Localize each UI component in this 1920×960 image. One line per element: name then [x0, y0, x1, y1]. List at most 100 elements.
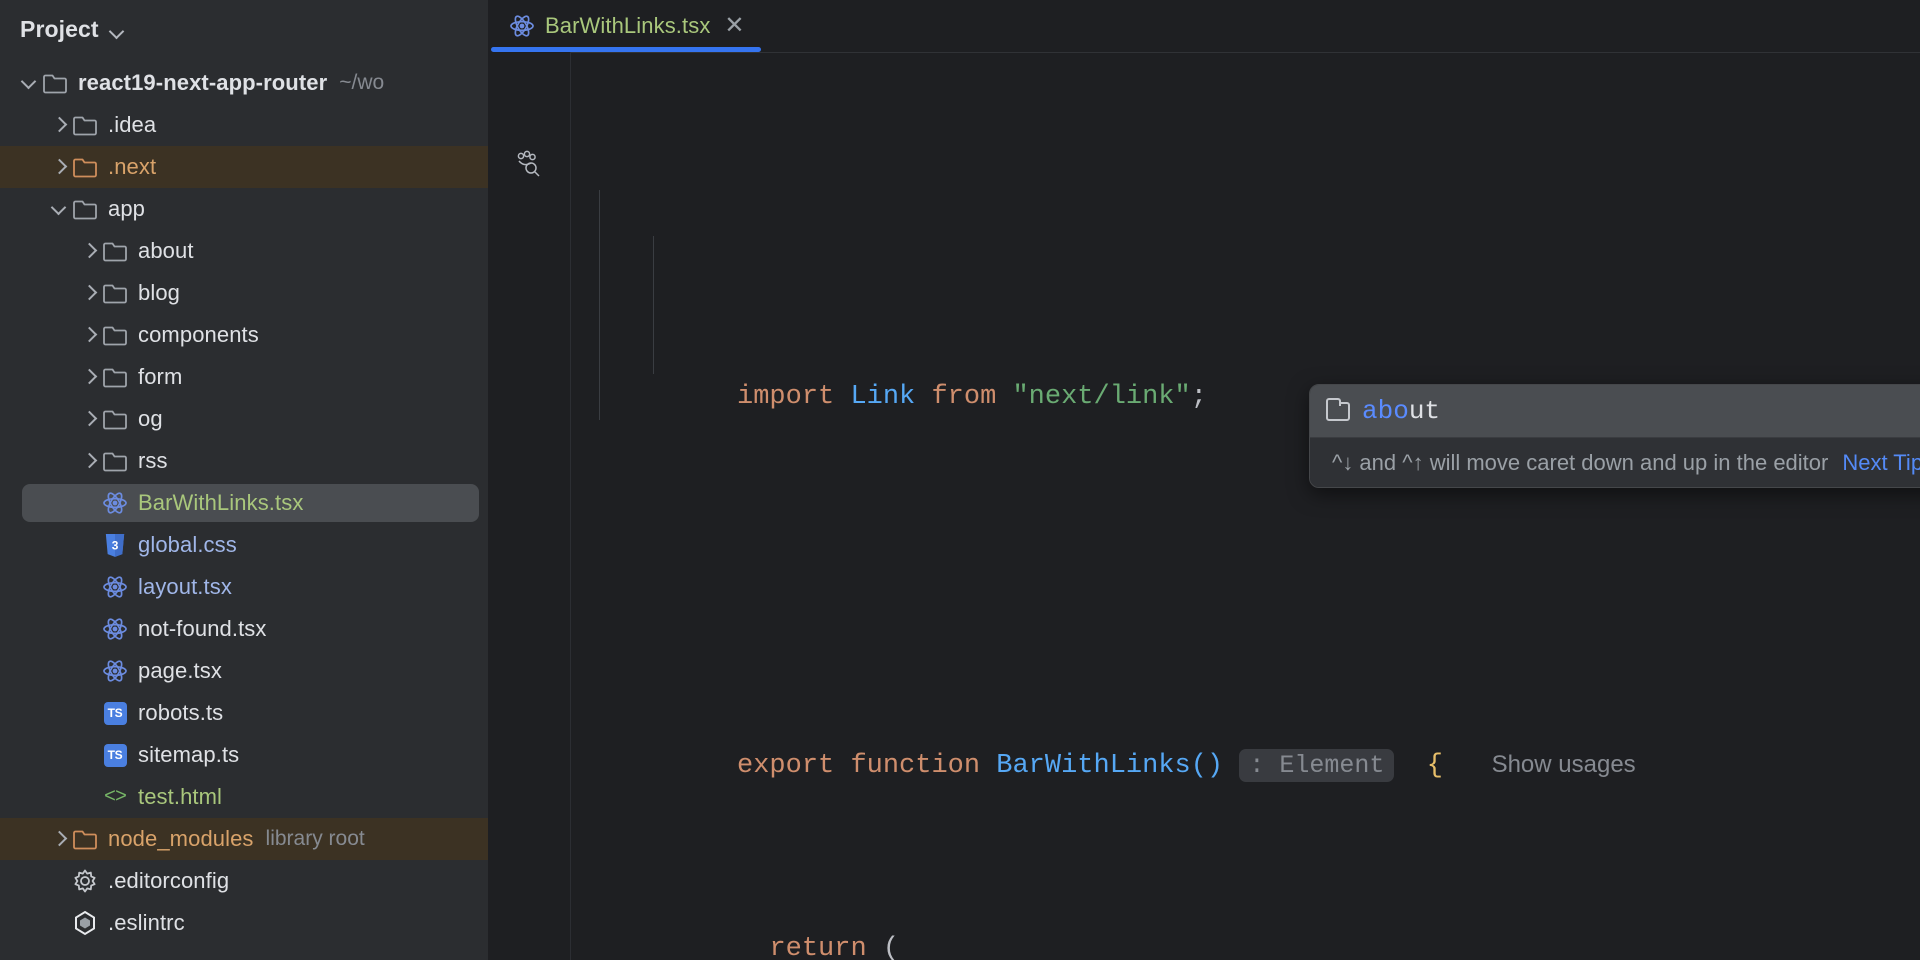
- tree-item-label: test.html: [138, 784, 223, 809]
- tree-item-test-html[interactable]: <> test.html: [0, 776, 489, 818]
- folder-orange-icon: [70, 154, 100, 180]
- chevron-right-icon[interactable]: [78, 324, 100, 346]
- autocomplete-item-rest: ut: [1408, 396, 1441, 426]
- keyword-export: export: [737, 751, 835, 781]
- tree-item-suffix: ~/wo: [339, 71, 385, 94]
- css-icon: 3: [100, 532, 130, 558]
- tree-item-label: about: [138, 238, 194, 263]
- chevron-right-icon[interactable]: [48, 828, 70, 850]
- tree-item-label: components: [138, 322, 259, 347]
- chevron-right-icon[interactable]: [78, 408, 100, 430]
- autocomplete-matched-prefix: abo: [1362, 396, 1409, 426]
- tree-item-idea[interactable]: .idea: [0, 104, 489, 146]
- chevron-right-icon[interactable]: [78, 366, 100, 388]
- chevron-down-icon[interactable]: [109, 23, 125, 39]
- tab-label: BarWithLinks.tsx: [545, 13, 711, 38]
- tree-item-rss[interactable]: rss: [0, 440, 489, 482]
- code-line-2-blank[interactable]: [571, 512, 1920, 558]
- tree-item-node-modules[interactable]: node_modules library root: [0, 818, 489, 860]
- show-usages-hint[interactable]: Show usages: [1492, 751, 1636, 778]
- tree-item-label: sitemap.ts: [138, 742, 240, 767]
- tree-item-page-tsx[interactable]: page.tsx: [0, 650, 489, 692]
- folder-orange-icon: [70, 826, 100, 852]
- tree-item-react19-next-app-router[interactable]: react19-next-app-router ~/wo: [0, 62, 489, 104]
- import-binding: Link: [850, 382, 916, 412]
- tip-text: ^↓ and ^↑ will move caret down and up in…: [1332, 449, 1829, 475]
- react-icon: [100, 658, 130, 684]
- tree-item-label: .next: [108, 154, 157, 179]
- keyword-import: import: [737, 382, 835, 412]
- tree-item-blog[interactable]: blog: [0, 272, 489, 314]
- html-icon: <>: [103, 785, 127, 809]
- tree-item-next[interactable]: .next: [0, 146, 489, 188]
- folder-icon: [100, 448, 130, 474]
- react-icon: [100, 490, 130, 516]
- close-icon[interactable]: ✕: [724, 14, 744, 38]
- keyword-function: function: [850, 751, 981, 781]
- code-line-1[interactable]: import Link from "next/link";: [571, 328, 1920, 412]
- tree-item-sitemap-ts[interactable]: TS sitemap.ts: [0, 734, 489, 776]
- tree-arrow-spacer: [48, 870, 70, 892]
- folder-icon: [40, 70, 70, 96]
- ts-icon: TS: [100, 742, 130, 768]
- tree-item-editorconfig[interactable]: .editorconfig: [0, 860, 489, 902]
- tree-item-label: blog: [138, 280, 180, 305]
- chevron-right-icon[interactable]: [48, 114, 70, 136]
- editor-pane: BarWithLinks.tsx ✕ import Link from "nex…: [489, 0, 1920, 960]
- chevron-right-icon[interactable]: [78, 282, 100, 304]
- chevron-right-icon[interactable]: [78, 240, 100, 262]
- tree-item-suffix: library root: [265, 827, 365, 850]
- tree-item-og[interactable]: og: [0, 398, 489, 440]
- folder-icon: [1326, 397, 1350, 421]
- code-content[interactable]: import Link from "next/link"; export fun…: [571, 52, 1920, 960]
- chevron-right-icon[interactable]: [78, 450, 100, 472]
- editor-tabbar: BarWithLinks.tsx ✕: [489, 0, 1920, 53]
- tree-item-label: global.css: [138, 532, 237, 557]
- tree-item-label: BarWithLinks.tsx: [138, 490, 304, 515]
- tree-item-robots-ts[interactable]: TS robots.ts: [0, 692, 489, 734]
- code-line-4[interactable]: return (: [571, 880, 1920, 960]
- tree-item-label: node_modules: [108, 826, 254, 851]
- tree-arrow-spacer: [78, 660, 100, 682]
- tree-arrow-spacer: [78, 744, 100, 766]
- tree-item-eslintrc[interactable]: .eslintrc: [0, 902, 489, 944]
- show-usages-gutter-icon[interactable]: [513, 148, 543, 178]
- project-sidebar: Project react19-next-app-router ~/wo .idea…: [0, 0, 489, 960]
- gear-icon: [70, 868, 100, 894]
- svg-text:3: 3: [112, 539, 119, 553]
- chevron-down-icon[interactable]: [48, 198, 70, 220]
- return-type-inlay-hint[interactable]: : Element: [1239, 749, 1395, 782]
- chevron-right-icon[interactable]: [48, 156, 70, 178]
- tree-item-form[interactable]: form: [0, 356, 489, 398]
- code-line-3[interactable]: export function BarWithLinks() : Element…: [571, 696, 1920, 782]
- folder-icon: [70, 112, 100, 138]
- folder-icon: [100, 406, 130, 432]
- function-name: BarWithLinks: [996, 751, 1191, 781]
- tab-barwithlinks[interactable]: BarWithLinks.tsx ✕: [489, 0, 763, 52]
- tree-item-about[interactable]: about: [0, 230, 489, 272]
- tree-item-label: not-found.tsx: [138, 616, 267, 641]
- editor-gutter[interactable]: [489, 52, 571, 960]
- tree-item-layout-tsx[interactable]: layout.tsx: [0, 566, 489, 608]
- tree-item-barwithlinks-tsx[interactable]: BarWithLinks.tsx: [0, 482, 489, 524]
- tree-item-label: robots.ts: [138, 700, 224, 725]
- tree-item-label: page.tsx: [138, 658, 222, 683]
- tree-item-global-css[interactable]: 3 global.css: [0, 524, 489, 566]
- chevron-down-icon[interactable]: [18, 72, 40, 94]
- tree-item-label: .idea: [108, 112, 157, 137]
- project-panel-header[interactable]: Project: [0, 0, 489, 58]
- tree-arrow-spacer: [78, 576, 100, 598]
- tree-item-app[interactable]: app: [0, 188, 489, 230]
- ts-icon: TS: [100, 700, 130, 726]
- autocomplete-popup[interactable]: about ^↓ and ^↑ will move caret down and…: [1309, 384, 1920, 488]
- project-tree: react19-next-app-router ~/wo .idea .next app…: [0, 58, 489, 944]
- tree-item-not-found-tsx[interactable]: not-found.tsx: [0, 608, 489, 650]
- folder-icon: [100, 322, 130, 348]
- code-editor[interactable]: import Link from "next/link"; export fun…: [489, 52, 1920, 960]
- page-title: Project: [20, 15, 99, 42]
- tree-item-components[interactable]: components: [0, 314, 489, 356]
- next-tip-link[interactable]: Next Tip: [1842, 450, 1920, 476]
- tree-item-label: app: [108, 196, 146, 221]
- autocomplete-item-about[interactable]: about: [1310, 385, 1920, 437]
- eslint-icon: [70, 910, 100, 936]
